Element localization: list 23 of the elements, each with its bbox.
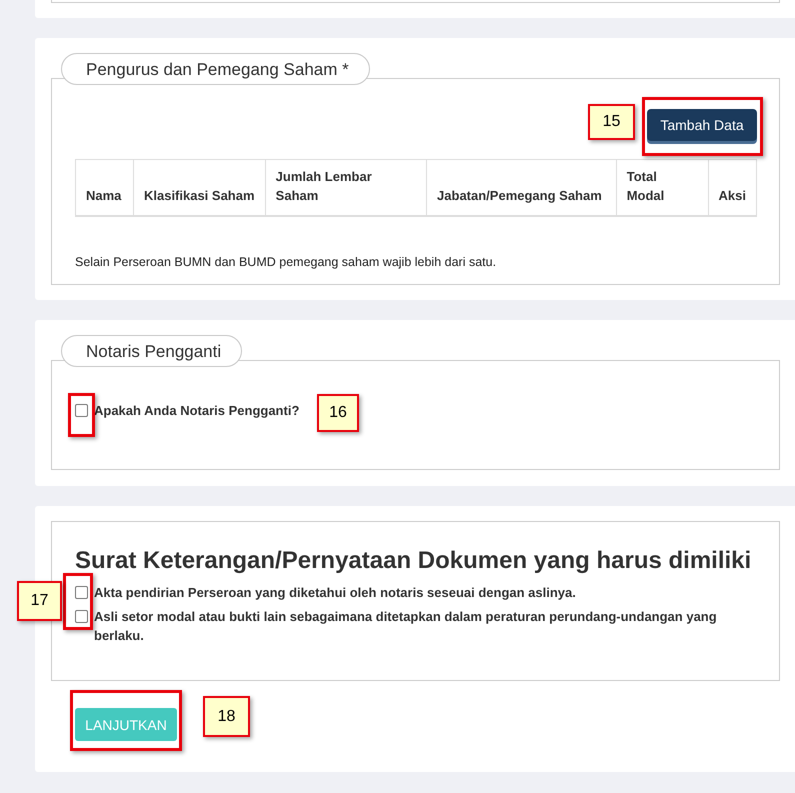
column-header: Nama [76,160,134,216]
column-header: Aksi [708,160,756,216]
callout-number: 17 [17,581,62,621]
highlight-frame [68,393,95,437]
callout-number: 15 [588,104,635,140]
column-header: Jabatan/Pemegang Saham [426,160,616,216]
section-legend: Notaris Pengganti [61,335,242,367]
column-header: Jumlah Lembar Saham [265,160,427,216]
callout-number: 16 [317,394,359,432]
checkbox[interactable] [75,404,88,417]
callout-number: 18 [203,696,250,737]
checkbox[interactable] [75,610,88,623]
highlight-frame [63,573,93,630]
section-heading: Surat Keterangan/Pernyataan Dokumen yang harus dimiliki [75,547,752,575]
checkbox-label: Asli setor modal atau bukti lain sebagaimana ditetapkan dalam peraturan perundang-undangan yang berlaku. [94,608,718,645]
checkbox-label: Apakah Anda Notaris Pengganti? [94,402,300,420]
checkbox-label: Akta pendirian Perseroan yang diketahui oleh notaris seseuai dengan aslinya. [94,584,576,602]
checkbox[interactable] [75,586,88,599]
column-header: Total Modal [616,160,708,216]
section-legend: Pengurus dan Pemegang Saham * [61,53,370,85]
note-text: Selain Perseroan BUMN dan BUMD pemegang saham wajib lebih dari satu. [75,254,498,268]
add-data-button[interactable]: Tambah Data [647,109,757,141]
column-header: Klasifikasi Saham [133,160,266,216]
